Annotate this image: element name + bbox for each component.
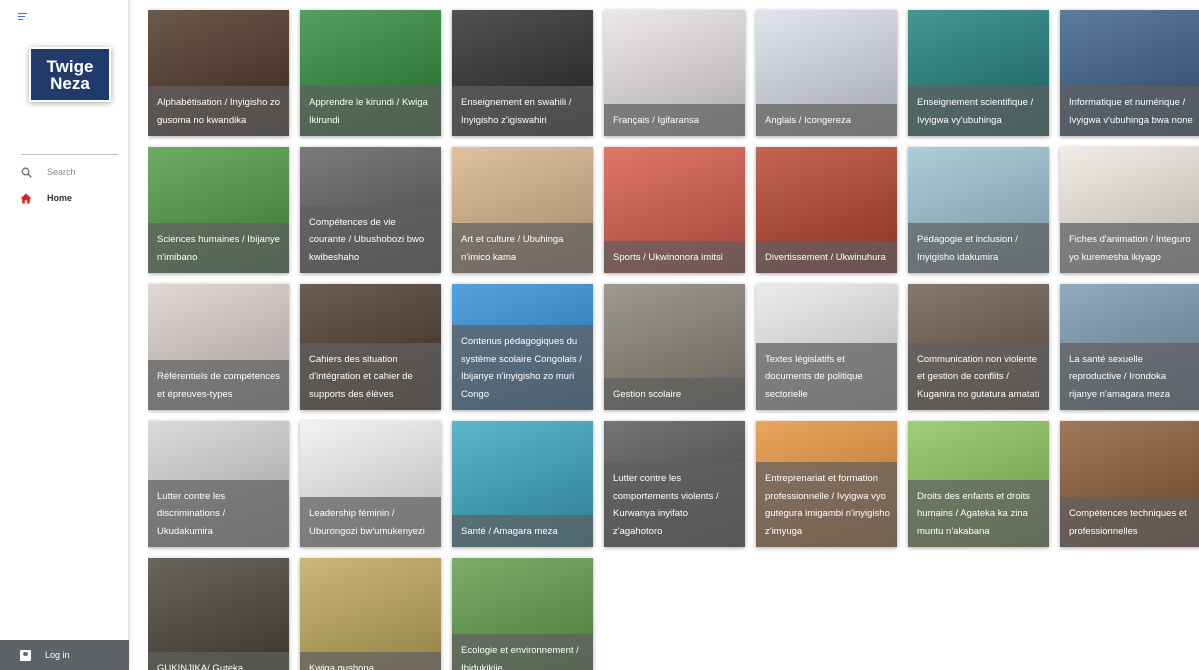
sidebar-item-label: Home bbox=[47, 193, 73, 203]
category-tile[interactable]: Anglais / Icongereza bbox=[756, 10, 897, 136]
tile-label: Lutter contre les comportements violents… bbox=[604, 462, 745, 547]
category-tile[interactable]: Entreprenariat et formation professionne… bbox=[756, 421, 897, 547]
tile-label: Kwiga gushona bbox=[300, 651, 441, 670]
tile-label: Textes législatifs et documents de polit… bbox=[756, 342, 897, 410]
category-tile[interactable]: Sciences humaines / Ibijanye n'imibano bbox=[148, 147, 289, 273]
sidebar-divider bbox=[21, 154, 118, 155]
tile-label: Pédagogie et inclusion / Inyigisho idaku… bbox=[908, 223, 1049, 273]
user-icon bbox=[20, 649, 31, 661]
tile-label: Art et culture / Ubuhinga n'imico kama bbox=[452, 223, 593, 273]
search-icon bbox=[20, 166, 32, 178]
category-tile[interactable]: Art et culture / Ubuhinga n'imico kama bbox=[452, 147, 593, 273]
login-label: Log in bbox=[45, 650, 70, 660]
tile-label: Cahiers des situation d'intégration et c… bbox=[300, 342, 441, 410]
tile-label: Ecologie et environnement / Ibidukikije bbox=[452, 634, 593, 670]
tile-label: Référentiels de compétences et épreuves-… bbox=[148, 360, 289, 410]
tile-label: Divertissement / Ukwinuhura bbox=[756, 240, 897, 273]
category-tile[interactable]: Français / Igifaransa bbox=[604, 10, 745, 136]
sidebar-item-search[interactable]: Search bbox=[20, 164, 120, 180]
tile-label: Sports / Ukwinonora imitsi bbox=[604, 240, 745, 273]
category-tile[interactable]: Contenus pédagogiques du système scolair… bbox=[452, 284, 593, 410]
sidebar-item-home[interactable]: Home bbox=[20, 190, 120, 206]
category-tile[interactable]: Pédagogie et inclusion / Inyigisho idaku… bbox=[908, 147, 1049, 273]
category-tile[interactable]: Enseignement scientifique / Ivyigwa vy'u… bbox=[908, 10, 1049, 136]
category-tile[interactable]: Apprendre le kirundi / Kwiga Ikirundi bbox=[300, 10, 441, 136]
category-tile[interactable]: GUKINJIKA/ Guteka bbox=[148, 558, 289, 670]
tile-label: Lutter contre les discriminations / Ukud… bbox=[148, 479, 289, 547]
category-tile[interactable]: Santé / Amagara meza bbox=[452, 421, 593, 547]
tile-label: Leadership féminin / Uburongozi bw'umuke… bbox=[300, 497, 441, 547]
category-tile[interactable]: Droits des enfants et droits humains / A… bbox=[908, 421, 1049, 547]
category-tile[interactable]: Leadership féminin / Uburongozi bw'umuke… bbox=[300, 421, 441, 547]
tile-label: Français / Igifaransa bbox=[604, 103, 745, 136]
category-tile[interactable]: Kwiga gushona bbox=[300, 558, 441, 670]
category-tile[interactable]: Compétences de vie courante / Ubushobozi… bbox=[300, 147, 441, 273]
logo-line2: Neza bbox=[50, 73, 90, 93]
category-tile[interactable]: Communication non violente et gestion de… bbox=[908, 284, 1049, 410]
tile-label: Compétences techniques et professionnell… bbox=[1060, 497, 1199, 547]
category-tile[interactable]: Cahiers des situation d'intégration et c… bbox=[300, 284, 441, 410]
category-tile[interactable]: Référentiels de compétences et épreuves-… bbox=[148, 284, 289, 410]
tile-label: GUKINJIKA/ Guteka bbox=[148, 651, 289, 670]
tile-label: Contenus pédagogiques du système scolair… bbox=[452, 325, 593, 410]
sidebar-item-label: Search bbox=[47, 167, 76, 177]
menu-icon[interactable] bbox=[18, 13, 27, 21]
tile-label: Santé / Amagara meza bbox=[452, 514, 593, 547]
tile-label: Communication non violente et gestion de… bbox=[908, 342, 1049, 410]
sidebar: Twige Neza Search Home Log in bbox=[0, 0, 129, 670]
home-icon bbox=[20, 192, 32, 204]
tile-label: Droits des enfants et droits humains / A… bbox=[908, 479, 1049, 547]
tile-label: Alphabétisation / Inyigisho zo gusoma no… bbox=[148, 86, 289, 136]
tile-label: Apprendre le kirundi / Kwiga Ikirundi bbox=[300, 86, 441, 136]
category-tile[interactable]: Ecologie et environnement / Ibidukikije bbox=[452, 558, 593, 670]
logo[interactable]: Twige Neza bbox=[29, 47, 111, 102]
category-tile[interactable]: Fiches d'animation / Integuro yo kuremes… bbox=[1060, 147, 1199, 273]
tile-label: Compétences de vie courante / Ubushobozi… bbox=[300, 205, 441, 273]
category-tile[interactable]: Compétences techniques et professionnell… bbox=[1060, 421, 1199, 547]
category-tile[interactable]: Sports / Ukwinonora imitsi bbox=[604, 147, 745, 273]
tile-label: Anglais / Icongereza bbox=[756, 103, 897, 136]
logo-line1: Twige bbox=[46, 56, 94, 76]
tile-label: Enseignement scientifique / Ivyigwa vy'u… bbox=[908, 86, 1049, 136]
tile-label: La santé sexuelle reproductive / Irondok… bbox=[1060, 342, 1199, 410]
login-button[interactable]: Log in bbox=[0, 640, 129, 670]
category-tile[interactable]: Textes législatifs et documents de polit… bbox=[756, 284, 897, 410]
tile-label: Sciences humaines / Ibijanye n'imibano bbox=[148, 223, 289, 273]
category-grid: Alphabétisation / Inyigisho zo gusoma no… bbox=[148, 0, 1199, 670]
category-tile[interactable]: Lutter contre les comportements violents… bbox=[604, 421, 745, 547]
tile-label: Fiches d'animation / Integuro yo kuremes… bbox=[1060, 223, 1199, 273]
category-tile[interactable]: La santé sexuelle reproductive / Irondok… bbox=[1060, 284, 1199, 410]
tile-label: Enseignement en swahili / Inyigisho z'ig… bbox=[452, 86, 593, 136]
tile-label: Informatique et numérique / Ivyigwa v'ub… bbox=[1060, 86, 1199, 136]
tile-label: Entreprenariat et formation professionne… bbox=[756, 462, 897, 547]
category-tile[interactable]: Gestion scolaire bbox=[604, 284, 745, 410]
category-tile[interactable]: Lutter contre les discriminations / Ukud… bbox=[148, 421, 289, 547]
category-tile[interactable]: Enseignement en swahili / Inyigisho z'ig… bbox=[452, 10, 593, 136]
category-tile[interactable]: Informatique et numérique / Ivyigwa v'ub… bbox=[1060, 10, 1199, 136]
category-tile[interactable]: Divertissement / Ukwinuhura bbox=[756, 147, 897, 273]
category-tile[interactable]: Alphabétisation / Inyigisho zo gusoma no… bbox=[148, 10, 289, 136]
tile-label: Gestion scolaire bbox=[604, 377, 745, 410]
